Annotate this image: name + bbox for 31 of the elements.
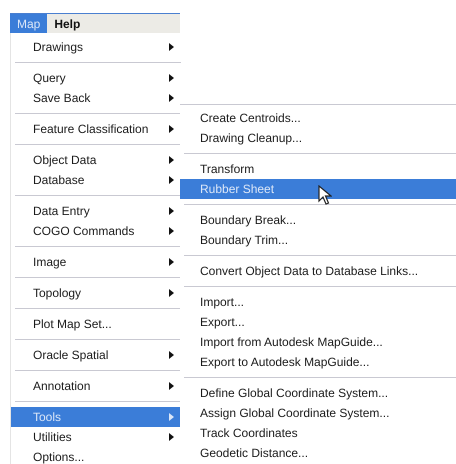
menu-item[interactable]: Data Entry — [11, 201, 181, 221]
menu-item[interactable]: Export... — [180, 312, 456, 332]
menu-item[interactable]: Track Coordinates — [180, 423, 456, 443]
mouse-pointer-icon — [318, 185, 332, 205]
menu-item[interactable]: COGO Commands — [11, 221, 181, 241]
menu-bar-item[interactable]: Help — [47, 14, 88, 34]
menu-item[interactable]: Object Data — [11, 150, 181, 170]
menu-item[interactable]: Export to Autodesk MapGuide... — [180, 352, 456, 372]
menu-item[interactable]: Boundary Trim... — [180, 230, 456, 250]
menu-item[interactable]: Assign Global Coordinate System... — [180, 403, 456, 423]
menu-item[interactable]: Options... — [11, 447, 181, 464]
menu-item[interactable]: Boundary Break... — [180, 210, 456, 230]
menu-item[interactable]: Database — [11, 170, 181, 190]
menu-item[interactable]: Query — [11, 68, 181, 88]
menu-item[interactable]: Oracle Spatial — [11, 345, 181, 365]
menu-item[interactable]: Plot Map Set... — [11, 314, 181, 334]
menu-item[interactable]: Define Global Coordinate System... — [180, 383, 456, 403]
menu-item[interactable]: Convert Object Data to Database Links... — [180, 261, 456, 281]
menu-item[interactable]: Annotation — [11, 376, 181, 396]
menu-item[interactable]: Import from Autodesk MapGuide... — [180, 332, 456, 352]
menu-item[interactable]: Geodetic Distance... — [180, 443, 456, 463]
menu-item[interactable]: Topology — [11, 283, 181, 303]
menu-item[interactable]: Drawings — [11, 37, 181, 57]
menu-item[interactable]: Import... — [180, 292, 456, 312]
menu-item[interactable]: Utilities — [11, 427, 181, 447]
menu-item[interactable]: Transform — [180, 159, 456, 179]
menu-item[interactable]: Create Centroids... — [180, 108, 456, 128]
menu-item[interactable]: Drawing Cleanup... — [180, 128, 456, 148]
menu-item[interactable]: Image — [11, 252, 181, 272]
menu-item[interactable]: Feature Classification — [11, 119, 181, 139]
menu-item[interactable]: Save Back — [11, 88, 181, 108]
